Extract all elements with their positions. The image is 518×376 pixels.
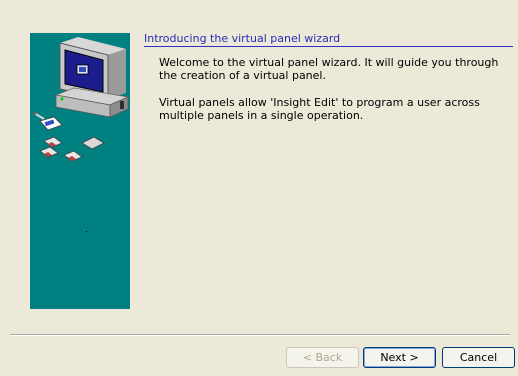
next-button[interactable]: Next > <box>363 347 436 368</box>
wizard-side-panel <box>30 33 130 309</box>
heading-divider <box>144 46 513 47</box>
description-paragraph: Virtual panels allow 'Insight Edit' to p… <box>159 96 480 122</box>
back-button[interactable]: < Back <box>286 347 359 368</box>
footer-divider <box>10 334 510 336</box>
cancel-button[interactable]: Cancel <box>442 347 515 368</box>
wizard-heading: Introducing the virtual panel wizard <box>144 32 341 45</box>
welcome-paragraph: Welcome to the virtual panel wizard. It … <box>159 56 499 82</box>
computer-illustration-icon <box>33 37 130 232</box>
virtual-panel-wizard-dialog: Introducing the virtual panel wizard Wel… <box>0 0 518 376</box>
